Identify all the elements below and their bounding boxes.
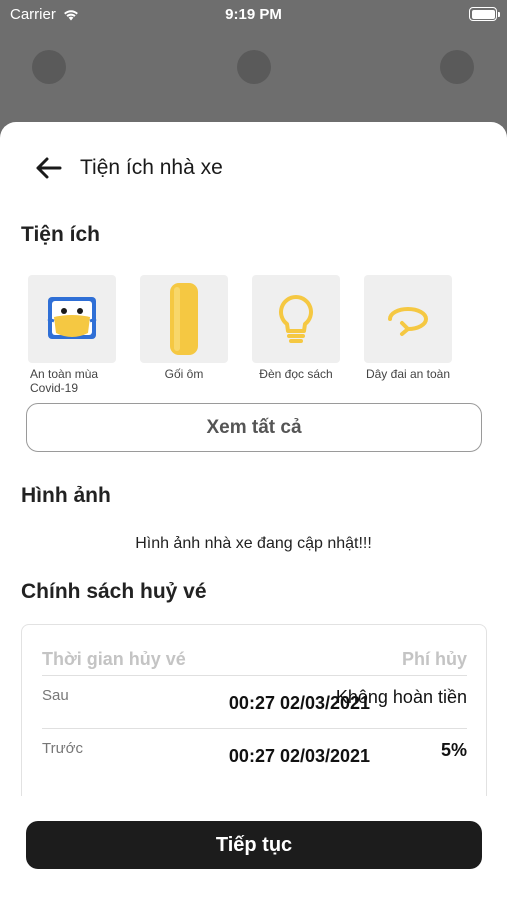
divider [42,675,467,676]
back-button[interactable] [32,152,64,184]
amenity-item-covid[interactable]: An toàn mùa Covid-19 [22,275,122,395]
amenity-item-pillow[interactable]: Gối ôm [134,275,234,381]
table-row: Trước 00:27 02/03/2021 5% [42,740,467,766]
pillow-icon [170,283,198,355]
page-title: Tiện ích nhà xe [80,156,223,179]
arrow-left-icon [36,157,62,179]
amenity-label: Gối ôm [164,367,204,381]
amenity-label: An toàn mùa Covid-19 [30,367,99,395]
covid-mask-icon [47,297,97,339]
continue-button[interactable]: Tiếp tục [26,821,482,869]
lightbulb-icon [279,295,313,343]
images-section-title: Hình ảnh [21,484,111,507]
amenity-tile [364,275,452,363]
cancellation-section-title: Chính sách huỷ vé [21,580,207,603]
row-time: 00:27 02/03/2021 [228,746,371,766]
sheet-header: Tiện ích nhà xe [0,122,507,212]
header-cancel-fee: Phí hủy [401,649,467,669]
status-bar: Carrier 9:19 PM [0,0,507,30]
see-all-button[interactable]: Xem tất cả [26,403,482,452]
header-cancel-time: Thời gian hủy vé [42,649,186,669]
background-content [0,40,507,100]
amenity-label: Dây đai an toàn [365,367,451,381]
battery-icon [469,7,500,21]
background-icon [237,50,271,84]
amenities-list: An toàn mùa Covid-19 Gối ôm Đèn đọc sách [28,275,470,405]
status-time: 9:19 PM [225,6,282,23]
amenity-tile [28,275,116,363]
amenities-section-title: Tiện ích [21,223,100,246]
background-icon [440,50,474,84]
amenity-item-seatbelt[interactable]: Dây đai an toàn [358,275,458,381]
amenity-item-reading-light[interactable]: Đèn đọc sách [246,275,346,381]
amenity-label: Đèn đọc sách [259,367,333,381]
table-row: Sau 00:27 02/03/2021 Không hoàn tiền [42,687,467,713]
divider [42,728,467,729]
seatbelt-icon [388,307,428,336]
row-fee: Không hoàn tiền [335,687,467,707]
amenities-sheet: Tiện ích nhà xe Tiện ích An toàn mùa Cov… [0,122,507,900]
table-header: Thời gian hủy vé Phí hủy [42,649,467,670]
amenity-tile [140,275,228,363]
row-fee: 5% [440,740,467,760]
images-empty-message: Hình ảnh nhà xe đang cập nhật!!! [135,535,372,552]
amenity-tile [252,275,340,363]
cancellation-policy-table: Thời gian hủy vé Phí hủy Sau 00:27 02/03… [21,624,487,799]
background-icon [32,50,66,84]
